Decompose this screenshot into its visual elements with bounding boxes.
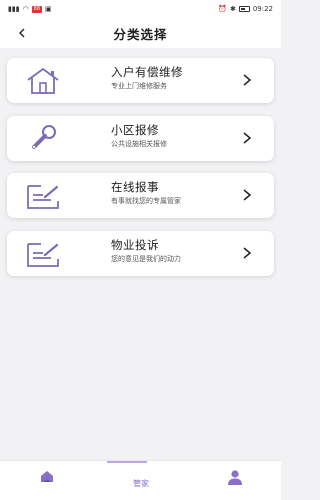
chevron-right-icon bbox=[243, 132, 252, 144]
card-title: 物业投诉 bbox=[111, 238, 159, 252]
card-text: 小区报修 公共设施相关报修 bbox=[111, 123, 167, 149]
status-left: ▮▮▮ ◠ 88 ▣ bbox=[8, 5, 52, 13]
wifi-icon: ◠ bbox=[22, 5, 29, 13]
page-title: 分类选择 bbox=[113, 26, 168, 42]
chevron-right-icon bbox=[243, 247, 252, 259]
form-icon bbox=[27, 185, 59, 209]
tab-label: 管家 bbox=[133, 479, 149, 488]
signal-icon: ▮▮▮ bbox=[8, 5, 20, 13]
status-bar: ▮▮▮ ◠ 88 ▣ ⏰ ✱ 09:22 bbox=[0, 0, 281, 18]
chevron-right-icon bbox=[243, 189, 252, 201]
status-time: 09:22 bbox=[252, 5, 273, 13]
card-subtitle: 您的意见是我们的动力 bbox=[111, 255, 181, 263]
chevron-left-icon bbox=[19, 28, 25, 38]
tab-profile[interactable] bbox=[205, 461, 265, 500]
user-icon bbox=[228, 470, 242, 485]
chevron-right-icon bbox=[243, 74, 252, 86]
card-title: 入户有偿维修 bbox=[111, 65, 183, 79]
home-icon bbox=[41, 471, 53, 482]
card-community-repair[interactable]: 小区报修 公共设施相关报修 bbox=[7, 116, 274, 161]
bottom-nav: 管家 bbox=[0, 460, 281, 500]
status-right: ⏰ ✱ 09:22 bbox=[218, 5, 273, 13]
card-property-complaint[interactable]: 物业投诉 您的意见是我们的动力 bbox=[7, 231, 274, 276]
back-button[interactable] bbox=[14, 25, 30, 41]
card-title: 小区报修 bbox=[111, 123, 159, 137]
header: 分类选择 bbox=[0, 18, 281, 48]
card-online-report[interactable]: 在线报事 有事就找您的专属管家 bbox=[7, 173, 274, 218]
wrench-icon bbox=[32, 125, 56, 149]
tab-steward[interactable]: 管家 bbox=[111, 461, 171, 500]
card-text: 物业投诉 您的意见是我们的动力 bbox=[111, 238, 181, 264]
card-text: 在线报事 有事就找您的专属管家 bbox=[111, 180, 181, 206]
card-subtitle: 专业上门维修服务 bbox=[111, 82, 167, 90]
card-text: 入户有偿维修 专业上门维修服务 bbox=[111, 65, 183, 91]
image-icon: ▣ bbox=[45, 5, 52, 13]
card-subtitle: 公共设施相关报修 bbox=[111, 140, 167, 148]
alarm-icon: ⏰ bbox=[218, 5, 227, 13]
house-icon bbox=[27, 68, 59, 94]
notification-badge: 88 bbox=[31, 5, 43, 13]
battery-icon bbox=[238, 6, 250, 12]
bluetooth-icon: ✱ bbox=[229, 5, 236, 13]
card-paid-home-repair[interactable]: 入户有偿维修 专业上门维修服务 bbox=[7, 58, 274, 103]
tab-home[interactable] bbox=[17, 461, 77, 500]
card-title: 在线报事 bbox=[111, 180, 159, 194]
form-icon bbox=[27, 243, 59, 267]
card-subtitle: 有事就找您的专属管家 bbox=[111, 197, 181, 205]
